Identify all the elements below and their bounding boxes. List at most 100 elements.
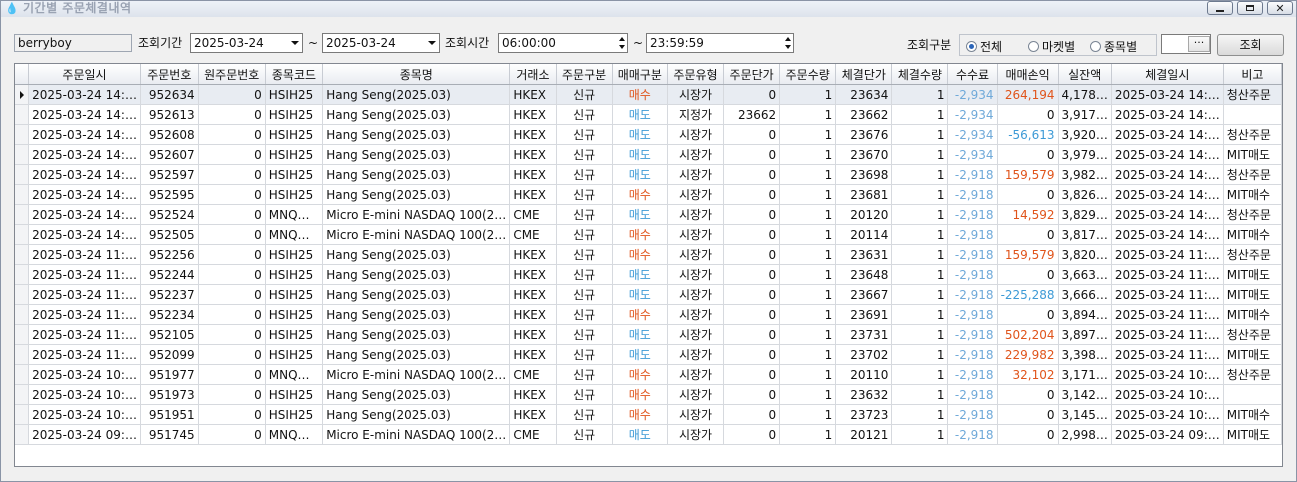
table-cell: 4,178… [1058, 84, 1112, 105]
table-cell: MNQ… [265, 224, 324, 245]
column-header[interactable]: 체결단가 [835, 64, 893, 85]
row-selector[interactable] [15, 184, 30, 205]
row-selector[interactable] [15, 364, 30, 385]
search-button[interactable]: 조회 [1217, 34, 1284, 56]
table-cell: 매수 [612, 384, 668, 405]
table-row[interactable]: 2025-03-24 14:… 952608 0 HSIH25 Hang Seng(20… [15, 124, 1282, 145]
column-header[interactable]: 주문일시 [28, 64, 141, 85]
table-cell: 신규 [556, 144, 613, 165]
table-row[interactable]: 2025-03-24 10:… 951977 0 MNQ… Micro E-mini N… [15, 364, 1282, 385]
column-header[interactable]: 주문구분 [556, 64, 613, 85]
table-row[interactable]: 2025-03-24 10:… 951951 0 HSIH25 Hang Seng(20… [15, 404, 1282, 425]
column-header[interactable]: 주문단가 [723, 64, 781, 85]
table-cell: 1 [779, 404, 837, 425]
row-selector[interactable] [15, 264, 30, 285]
table-row[interactable]: 2025-03-24 14:… 952613 0 HSIH25 Hang Seng(20… [15, 104, 1282, 125]
column-header[interactable]: 실잔액 [1058, 64, 1112, 85]
row-selector[interactable] [15, 424, 30, 445]
table-cell: 2025-03-24 14:… [28, 184, 141, 205]
column-header[interactable]: 매매손익 [997, 64, 1059, 85]
row-selector[interactable] [15, 84, 30, 105]
minimize-button[interactable] [1207, 1, 1233, 15]
row-selector[interactable] [15, 304, 30, 325]
table-cell: MNQ… [265, 364, 324, 385]
row-selector[interactable] [15, 144, 30, 165]
table-cell: MNQ… [265, 424, 324, 445]
table-cell: 2025-03-24 14:… [28, 224, 141, 245]
column-header[interactable]: 종목명 [322, 64, 511, 85]
column-header[interactable]: 체결일시 [1111, 64, 1224, 85]
table-row[interactable]: 2025-03-24 11:… 952234 0 HSIH25 Hang Seng(20… [15, 304, 1282, 325]
row-selector[interactable] [15, 344, 30, 365]
table-cell: 23648 [835, 264, 893, 285]
table-cell: 1 [779, 304, 837, 325]
row-selector[interactable] [15, 224, 30, 245]
row-selector[interactable] [15, 104, 30, 125]
table-row[interactable]: 2025-03-24 14:… 952607 0 HSIH25 Hang Seng(20… [15, 144, 1282, 165]
order-execution-grid[interactable]: 주문일시 주문번호 원주문번호 종목코드 종목명 거래소 주문구분 매매구분 주문유형 주문단가 주… [14, 63, 1283, 467]
row-selector[interactable] [15, 164, 30, 185]
column-header[interactable]: 종목코드 [265, 64, 324, 85]
table-cell: HKEX [509, 304, 557, 325]
table-cell: HSIH25 [265, 124, 324, 145]
chevron-down-icon[interactable] [291, 41, 299, 45]
spin-up-icon[interactable] [619, 37, 625, 41]
symbol-lookup-button[interactable]: ··· [1188, 36, 1210, 52]
spin-down-icon[interactable] [619, 45, 625, 49]
row-selector[interactable] [15, 124, 30, 145]
table-cell: HKEX [509, 84, 557, 105]
column-header[interactable]: 주문유형 [667, 64, 725, 85]
column-header[interactable]: 거래소 [509, 64, 557, 85]
table-cell: 신규 [556, 404, 613, 425]
time-from-spinner[interactable]: 06:00:00 [498, 33, 628, 53]
table-cell: 시장가 [667, 164, 725, 185]
table-row[interactable]: 2025-03-24 14:… 952505 0 MNQ… Micro E-mini N… [15, 224, 1282, 245]
table-cell: 신규 [556, 184, 613, 205]
column-header[interactable]: 체결수량 [891, 64, 949, 85]
table-row[interactable]: 2025-03-24 11:… 952237 0 HSIH25 Hang Seng(20… [15, 284, 1282, 305]
column-header[interactable]: 원주문번호 [198, 64, 266, 85]
table-cell: 1 [779, 144, 837, 165]
row-selector[interactable] [15, 404, 30, 425]
radio-market[interactable]: 마켓별 [1028, 38, 1075, 54]
row-selector[interactable] [15, 284, 30, 305]
radio-all[interactable]: 전체 [966, 38, 1002, 54]
date-to-picker[interactable]: 2025-03-24 [322, 33, 440, 53]
table-row[interactable]: 2025-03-24 11:… 952244 0 HSIH25 Hang Seng(20… [15, 264, 1282, 285]
table-row[interactable]: 2025-03-24 11:… 952105 0 HSIH25 Hang Seng(20… [15, 324, 1282, 345]
table-cell: MIT매도 [1223, 284, 1282, 305]
row-selector[interactable] [15, 324, 30, 345]
row-selector[interactable] [15, 384, 30, 405]
table-cell: HSIH25 [265, 264, 324, 285]
table-row[interactable]: 2025-03-24 14:… 952634 0 HSIH25 Hang Seng(20… [15, 84, 1282, 105]
table-cell: 952595 [140, 184, 199, 205]
date-from-picker[interactable]: 2025-03-24 [190, 33, 303, 53]
column-header[interactable]: 비고 [1223, 64, 1282, 85]
column-header[interactable]: 매매구분 [612, 64, 668, 85]
table-row[interactable]: 2025-03-24 14:… 952524 0 MNQ… Micro E-mini N… [15, 204, 1282, 225]
table-row[interactable]: 2025-03-24 09:… 951745 0 MNQ… Micro E-mini N… [15, 424, 1282, 445]
table-row[interactable]: 2025-03-24 14:… 952595 0 HSIH25 Hang Seng(20… [15, 184, 1282, 205]
chevron-down-icon[interactable] [428, 41, 436, 45]
table-cell: 1 [779, 204, 837, 225]
row-selector[interactable] [15, 244, 30, 265]
table-row[interactable]: 2025-03-24 11:… 952256 0 HSIH25 Hang Seng(20… [15, 244, 1282, 265]
table-cell: 23723 [835, 404, 893, 425]
table-row[interactable]: 2025-03-24 11:… 952099 0 HSIH25 Hang Seng(20… [15, 344, 1282, 365]
table-cell: 0 [723, 364, 781, 385]
column-header[interactable]: 수수료 [947, 64, 998, 85]
row-selector[interactable] [15, 204, 30, 225]
close-button[interactable]: ✕ [1267, 1, 1293, 15]
table-row[interactable]: 2025-03-24 10:… 951973 0 HSIH25 Hang Seng(20… [15, 384, 1282, 405]
table-cell: 0 [997, 104, 1059, 125]
column-header[interactable]: 주문수량 [779, 64, 837, 85]
title-bar[interactable]: 💧 기간별 주문체결내역 ✕ [1, 1, 1296, 17]
spin-down-icon[interactable] [785, 45, 791, 49]
spin-up-icon[interactable] [785, 37, 791, 41]
radio-symbol[interactable]: 종목별 [1090, 38, 1137, 54]
time-to-spinner[interactable]: 23:59:59 [646, 33, 794, 53]
table-cell: HSIH25 [265, 324, 324, 345]
column-header[interactable]: 주문번호 [140, 64, 199, 85]
maximize-button[interactable] [1237, 1, 1263, 15]
table-row[interactable]: 2025-03-24 14:… 952597 0 HSIH25 Hang Seng(20… [15, 164, 1282, 185]
